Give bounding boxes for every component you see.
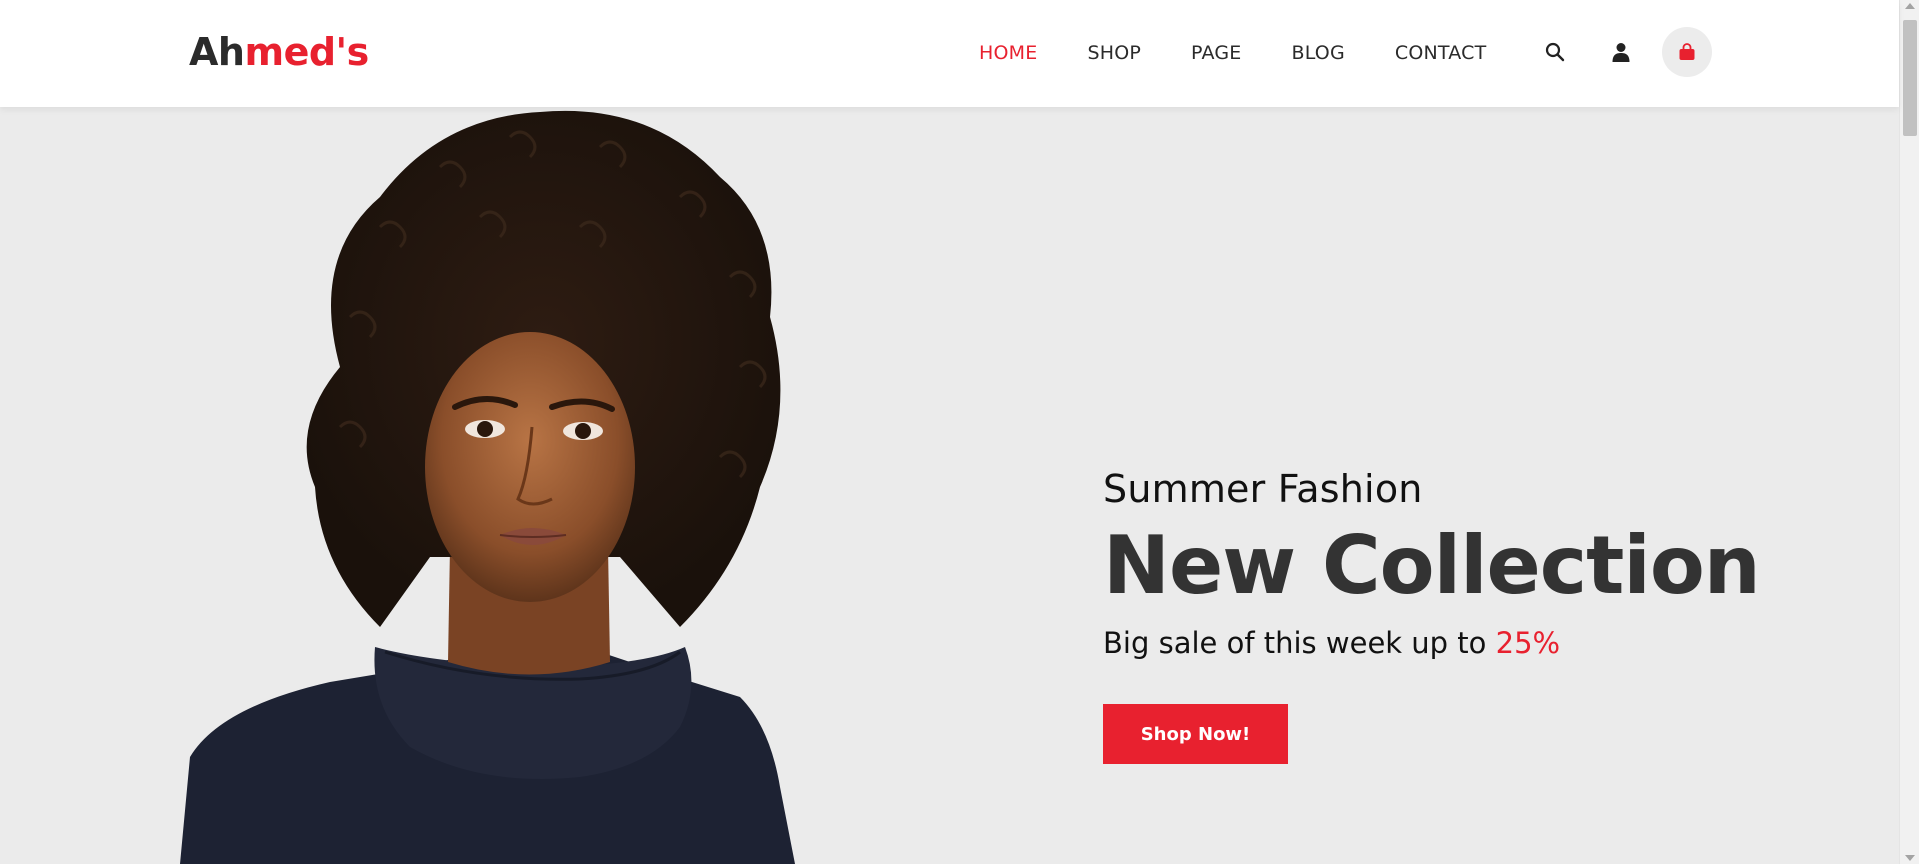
shopping-bag-icon [1679, 43, 1695, 60]
brand-logo[interactable]: Ahmed's [189, 30, 369, 74]
search-icon [1545, 42, 1565, 62]
shop-now-button[interactable]: Shop Now! [1103, 704, 1288, 764]
site-header: Ahmed's HOME SHOP PAGE BLOG CONTACT [0, 0, 1899, 107]
page: Ahmed's HOME SHOP PAGE BLOG CONTACT Summ… [0, 0, 1919, 864]
nav-page[interactable]: PAGE [1191, 42, 1241, 64]
scroll-up-arrow-icon[interactable] [1905, 3, 1915, 9]
hero-banner: Summer Fashion New Collection Big sale o… [0, 107, 1899, 864]
logo-text-red: med's [244, 30, 369, 74]
scroll-thumb[interactable] [1903, 20, 1917, 136]
cart-button[interactable] [1662, 27, 1712, 77]
nav-shop[interactable]: SHOP [1087, 42, 1141, 64]
hero-subtitle: Summer Fashion [1103, 467, 1423, 511]
hero-title: New Collection [1103, 519, 1761, 612]
hero-sale-text: Big sale of this week up to 25% [1103, 626, 1760, 660]
header-icons [1530, 27, 1712, 77]
scroll-down-arrow-icon[interactable] [1905, 855, 1915, 861]
nav-home[interactable]: HOME [979, 42, 1037, 64]
search-button[interactable] [1530, 27, 1580, 77]
main-nav: HOME SHOP PAGE BLOG CONTACT [979, 42, 1486, 64]
page-scrollbar[interactable] [1899, 0, 1919, 864]
model-portrait-image [180, 110, 795, 864]
account-button[interactable] [1596, 27, 1646, 77]
user-icon [1612, 43, 1630, 62]
sale-percent: 25% [1495, 626, 1561, 660]
logo-text-dark: Ah [189, 30, 245, 74]
hero-text-block: Summer Fashion New Collection Big sale o… [1103, 467, 1761, 764]
nav-blog[interactable]: BLOG [1291, 42, 1344, 64]
sale-text: Big sale of this week up to [1103, 626, 1496, 660]
nav-contact[interactable]: CONTACT [1395, 42, 1487, 64]
